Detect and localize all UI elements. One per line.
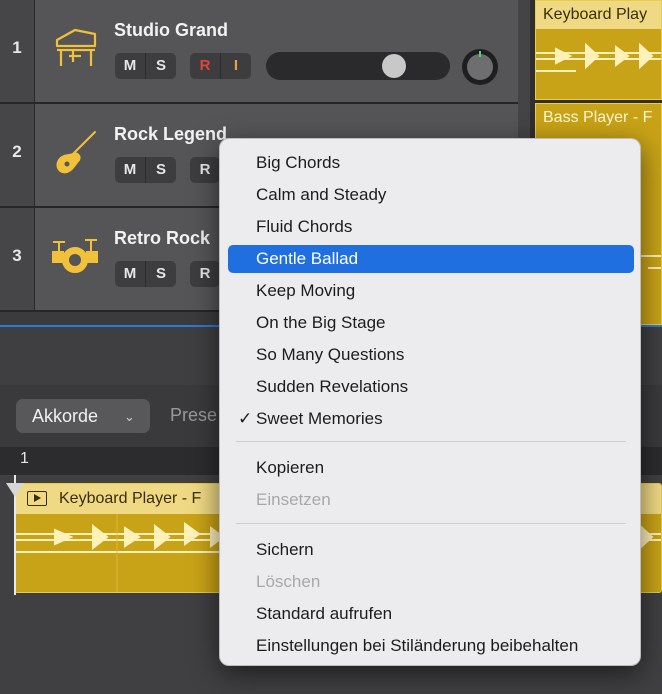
menu-item-default[interactable]: Standard aufrufen xyxy=(228,600,634,628)
menu-item-paste: Einsetzen xyxy=(256,490,331,509)
chord-region-title: Keyboard Player - F xyxy=(59,490,202,507)
menu-item-preset-checked[interactable]: ✓ Sweet Memories xyxy=(228,405,634,433)
piano-icon xyxy=(55,28,97,66)
volume-slider[interactable] xyxy=(266,52,450,80)
chords-dropdown-label: Akkorde xyxy=(32,406,99,426)
menu-separator xyxy=(236,523,626,524)
menu-item-delete: Löschen xyxy=(256,572,321,591)
guitar-icon xyxy=(56,131,96,174)
playhead-handle[interactable] xyxy=(6,483,24,497)
menu-item-preset[interactable]: So Many Questions xyxy=(228,341,634,369)
record-enable-button[interactable]: R xyxy=(190,261,220,287)
pan-indicator xyxy=(479,51,481,57)
track-number-column: 3 xyxy=(0,208,35,310)
chevron-down-icon: ⌄ xyxy=(124,409,135,424)
region-title: Keyboard Play xyxy=(536,1,661,29)
record-enable-button[interactable]: R xyxy=(190,157,220,183)
menu-separator xyxy=(236,441,626,442)
drum-kit-icon xyxy=(52,239,98,273)
track-number-column: 2 xyxy=(0,104,35,206)
track-number: 2 xyxy=(12,142,22,161)
record-input-group: R I xyxy=(190,53,251,79)
track-header[interactable]: Studio Grand M S R I xyxy=(35,0,518,102)
chords-dropdown[interactable]: Akkorde ⌄ xyxy=(16,399,150,433)
menu-item-preset[interactable]: On the Big Stage xyxy=(228,309,634,337)
pan-knob-face xyxy=(467,54,493,80)
menu-item-preset[interactable]: Keep Moving xyxy=(228,277,634,305)
volume-slider-knob[interactable] xyxy=(382,54,406,78)
record-input-group: R xyxy=(190,157,220,183)
menu-item-preset-highlighted[interactable]: Gentle Ballad xyxy=(228,245,634,273)
mute-button[interactable]: M xyxy=(115,261,145,287)
menu-item-keep-settings[interactable]: Einstellungen bei Stiländerung beibehalt… xyxy=(228,632,634,660)
track-number-column: 1 xyxy=(0,0,35,102)
record-input-group: R xyxy=(190,261,220,287)
menu-item-label: Sweet Memories xyxy=(256,409,383,428)
track-name[interactable]: Retro Rock xyxy=(114,228,210,249)
track-number: 1 xyxy=(12,38,22,57)
menu-item-copy[interactable]: Kopieren xyxy=(228,454,634,482)
track-row[interactable]: 1 Studio Grand M S R I xyxy=(0,0,530,104)
input-monitor-button[interactable]: I xyxy=(220,53,251,79)
menu-item-preset[interactable]: Calm and Steady xyxy=(228,181,634,209)
solo-button[interactable]: S xyxy=(145,53,176,79)
region-title: Bass Player - F xyxy=(536,104,661,132)
preset-label: Prese xyxy=(170,405,218,425)
mute-solo-group: M S xyxy=(115,157,176,183)
mute-button[interactable]: M xyxy=(115,53,145,79)
menu-item-preset[interactable]: Sudden Revelations xyxy=(228,373,634,401)
mute-solo-group: M S xyxy=(115,53,176,79)
ruler-bar-number: 1 xyxy=(20,450,29,467)
pan-knob[interactable] xyxy=(462,49,498,85)
menu-item-preset[interactable]: Fluid Chords xyxy=(228,213,634,241)
track-name[interactable]: Rock Legend xyxy=(114,124,227,145)
region-notes xyxy=(536,42,661,72)
menu-item-preset[interactable]: Big Chords xyxy=(228,149,634,177)
mute-solo-group: M S xyxy=(115,261,176,287)
mute-button[interactable]: M xyxy=(115,157,145,183)
solo-button[interactable]: S xyxy=(145,157,176,183)
keyboard-region[interactable]: Keyboard Play xyxy=(535,0,662,100)
track-number: 3 xyxy=(12,246,22,265)
track-name[interactable]: Studio Grand xyxy=(114,20,228,41)
solo-button[interactable]: S xyxy=(145,261,176,287)
menu-item-save[interactable]: Sichern xyxy=(228,536,634,564)
play-icon xyxy=(27,491,47,506)
record-enable-button[interactable]: R xyxy=(190,53,220,79)
preset-context-menu: Big Chords Calm and Steady Fluid Chords … xyxy=(219,138,641,666)
checkmark-icon: ✓ xyxy=(238,409,253,428)
